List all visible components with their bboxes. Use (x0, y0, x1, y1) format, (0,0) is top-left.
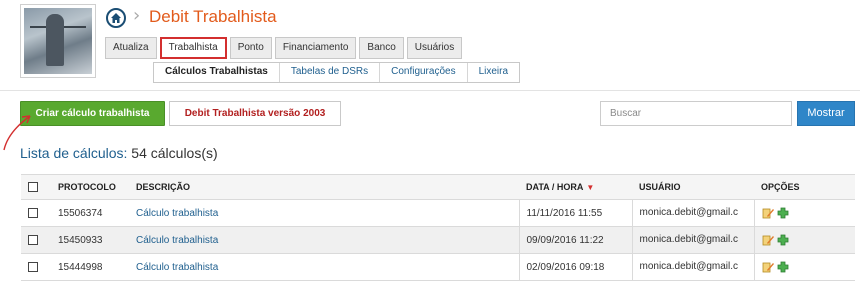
justice-statue-image (24, 8, 92, 74)
tab-atualiza[interactable]: Atualiza (105, 37, 157, 59)
add-icon[interactable] (777, 207, 789, 219)
cell-opcoes (753, 253, 855, 281)
subtab-lixeira[interactable]: Lixeira (468, 63, 519, 82)
tab-trabalhista[interactable]: Trabalhista (159, 37, 227, 59)
edit-icon[interactable] (762, 234, 774, 246)
col-descricao[interactable]: DESCRIÇÃO (129, 174, 519, 200)
table-row: 15450933 Cálculo trabalhista 09/09/2016 … (21, 226, 855, 254)
list-title-count: 54 cálculos(s) (131, 145, 218, 161)
cell-usuario: monica.debit@gmail.c (631, 226, 754, 254)
tab-ponto[interactable]: Ponto (229, 37, 272, 59)
cell-usuario-text: monica.debit@gmail.c (639, 234, 739, 246)
table-header-row: PROTOCOLO DESCRIÇÃO DATA / HORA ▼ USUÁRIO… (21, 174, 855, 200)
sub-tabs: Cálculos Trabalhistas Tabelas de DSRs Co… (153, 62, 521, 83)
select-all-checkbox[interactable] (28, 182, 38, 193)
profile-image (20, 4, 96, 78)
select-all-header (21, 174, 51, 200)
table-row: 15444998 Cálculo trabalhista 02/09/2016 … (21, 253, 855, 281)
main-tabs: Atualiza Trabalhista Ponto Financiamento… (105, 37, 463, 59)
cell-data-hora: 11/11/2016 11:55 (518, 199, 632, 227)
cell-protocolo: 15506374 (51, 199, 129, 227)
header-divider (0, 90, 860, 91)
row-checkbox[interactable] (28, 207, 38, 218)
col-protocolo[interactable]: PROTOCOLO (51, 174, 129, 200)
tab-banco[interactable]: Banco (359, 37, 404, 59)
legacy-version-button[interactable]: Debit Trabalhista versão 2003 (169, 101, 341, 126)
col-data-hora[interactable]: DATA / HORA ▼ (519, 174, 632, 200)
row-select-cell (21, 226, 51, 254)
row-checkbox[interactable] (28, 234, 38, 245)
add-icon[interactable] (777, 234, 789, 246)
cell-protocolo: 15450933 (51, 226, 129, 254)
col-usuario[interactable]: USUÁRIO (632, 174, 754, 200)
col-opcoes: OPÇÕES (754, 174, 855, 200)
col-data-hora-label: DATA / HORA (526, 182, 584, 192)
create-calculation-button[interactable]: Criar cálculo trabalhista (20, 101, 165, 126)
cell-protocolo: 15444998 (51, 253, 129, 281)
list-title: Lista de cálculos: 54 cálculos(s) (20, 145, 218, 161)
edit-icon[interactable] (762, 207, 774, 219)
page-title: Debit Trabalhista (149, 7, 277, 26)
subtab-calculos-trabalhistas[interactable]: Cálculos Trabalhistas (154, 63, 280, 82)
row-select-cell (21, 253, 51, 281)
cell-usuario-text: monica.debit@gmail.c (639, 261, 739, 273)
row-select-cell (21, 199, 51, 227)
subtab-tabelas-dsrs[interactable]: Tabelas de DSRs (280, 63, 381, 82)
cell-opcoes (753, 226, 855, 254)
edit-icon[interactable] (762, 261, 774, 273)
list-title-prefix: Lista de cálculos: (20, 145, 128, 161)
subtab-configuracoes[interactable]: Configurações (380, 63, 468, 82)
table-row: 15506374 Cálculo trabalhista 11/11/2016 … (21, 199, 855, 227)
calculations-table: PROTOCOLO DESCRIÇÃO DATA / HORA ▼ USUÁRIO… (21, 174, 855, 281)
cell-opcoes (753, 199, 855, 227)
cell-usuario-text: monica.debit@gmail.c (639, 207, 739, 219)
sort-desc-icon: ▼ (586, 183, 595, 192)
cell-descricao-link[interactable]: Cálculo trabalhista (129, 226, 519, 254)
cell-data-hora: 09/09/2016 11:22 (518, 226, 632, 254)
cell-usuario: monica.debit@gmail.c (631, 199, 754, 227)
home-icon[interactable] (106, 8, 126, 28)
row-checkbox[interactable] (28, 261, 38, 272)
show-button[interactable]: Mostrar (797, 101, 855, 126)
cell-data-hora: 02/09/2016 09:18 (518, 253, 632, 281)
tab-usuarios[interactable]: Usuários (406, 37, 463, 59)
cell-descricao-link[interactable]: Cálculo trabalhista (129, 199, 519, 227)
search-input[interactable] (600, 101, 792, 126)
cell-descricao-link[interactable]: Cálculo trabalhista (129, 253, 519, 281)
tab-financiamento[interactable]: Financiamento (274, 37, 357, 59)
cell-usuario: monica.debit@gmail.c (631, 253, 754, 281)
breadcrumb-chevron-icon: › (133, 5, 141, 26)
add-icon[interactable] (777, 261, 789, 273)
